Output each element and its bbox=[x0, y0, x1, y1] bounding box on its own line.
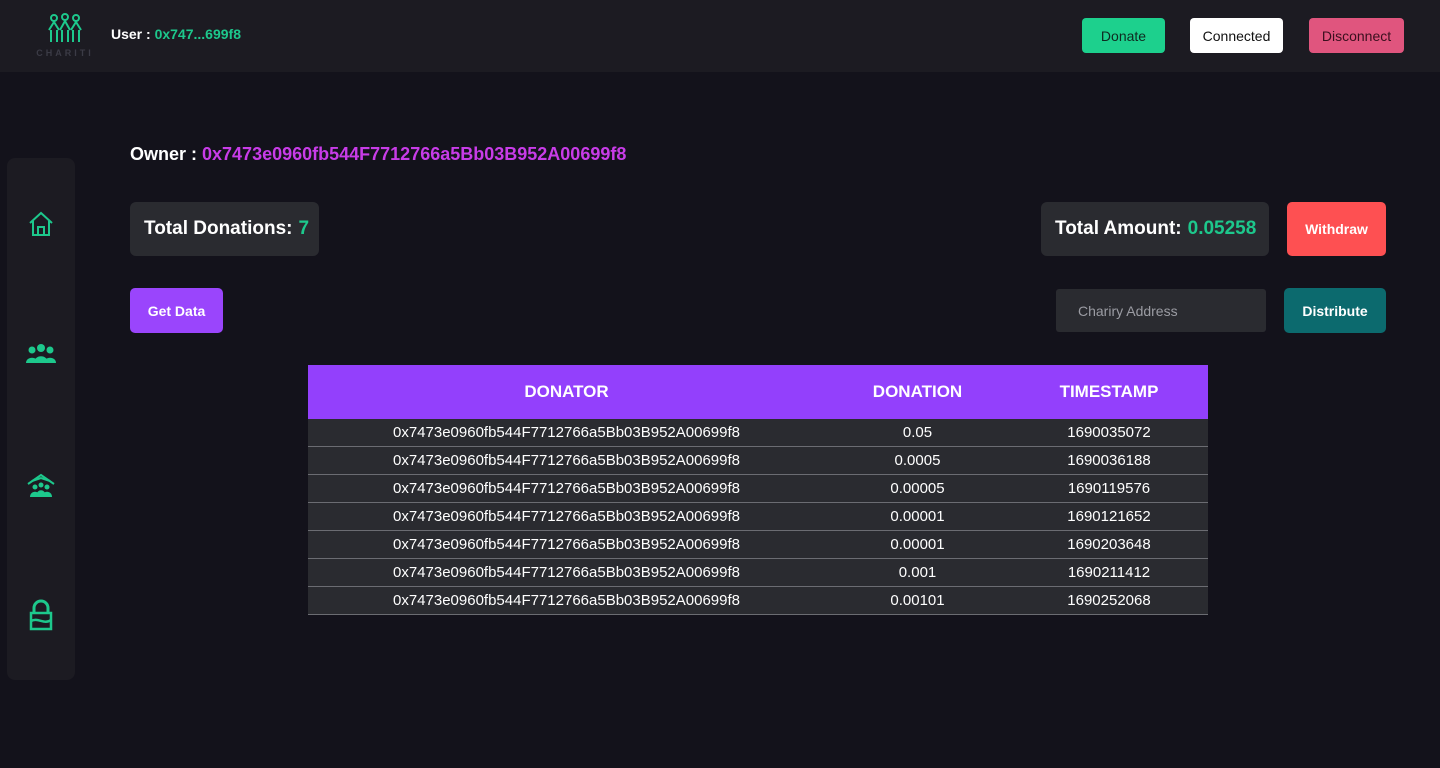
total-amount-value: 0.05258 bbox=[1187, 218, 1257, 239]
table-row: 0x7473e0960fb544F7712766a5Bb03B952A00699… bbox=[308, 419, 1208, 447]
cell-timestamp: 1690252068 bbox=[1067, 592, 1151, 609]
total-donations-value: 7 bbox=[298, 218, 310, 239]
cell-timestamp: 1690035072 bbox=[1067, 424, 1151, 441]
owner-info: Owner : 0x7473e0960fb544F7712766a5Bb03B9… bbox=[130, 144, 626, 165]
table-row: 0x7473e0960fb544F7712766a5Bb03B952A00699… bbox=[308, 447, 1208, 475]
cell-donator: 0x7473e0960fb544F7712766a5Bb03B952A00699… bbox=[393, 592, 740, 609]
table-row: 0x7473e0960fb544F7712766a5Bb03B952A00699… bbox=[308, 559, 1208, 587]
user-info: User : 0x747...699f8 bbox=[111, 26, 241, 42]
sidebar-item-donators[interactable] bbox=[24, 337, 58, 371]
withdraw-button[interactable]: Withdraw bbox=[1287, 202, 1386, 256]
top-header: CHARITI User : 0x747...699f8 Donate Conn… bbox=[0, 0, 1440, 72]
header-timestamp: TIMESTAMP bbox=[1059, 382, 1159, 401]
cell-donation: 0.05 bbox=[902, 424, 933, 441]
home-icon bbox=[29, 211, 53, 236]
users-icon bbox=[26, 344, 56, 363]
charity-home-icon bbox=[27, 473, 55, 497]
get-data-button[interactable]: Get Data bbox=[130, 288, 223, 333]
cell-donation: 0.0005 bbox=[894, 452, 941, 469]
cell-donation: 0.00005 bbox=[890, 480, 945, 497]
cell-donator: 0x7473e0960fb544F7712766a5Bb03B952A00699… bbox=[393, 536, 740, 553]
table-row: 0x7473e0960fb544F7712766a5Bb03B952A00699… bbox=[308, 587, 1208, 615]
donations-table: DONATOR DONATION TIMESTAMP 0x7473e0960fb… bbox=[308, 365, 1208, 615]
cell-donation: 0.00001 bbox=[890, 508, 945, 525]
table-row: 0x7473e0960fb544F7712766a5Bb03B952A00699… bbox=[308, 531, 1208, 559]
charity-address-input[interactable] bbox=[1056, 289, 1266, 332]
logo-text: CHARITI bbox=[36, 48, 94, 58]
cell-donator: 0x7473e0960fb544F7712766a5Bb03B952A00699… bbox=[393, 480, 740, 497]
disconnect-button[interactable]: Disconnect bbox=[1309, 18, 1404, 53]
header-donator: DONATOR bbox=[524, 382, 609, 401]
owner-address: 0x7473e0960fb544F7712766a5Bb03B952A00699… bbox=[202, 144, 627, 164]
cell-donation: 0.001 bbox=[898, 564, 937, 581]
connected-button[interactable]: Connected bbox=[1190, 18, 1283, 53]
sidebar bbox=[7, 158, 75, 680]
chariti-logo[interactable]: CHARITI bbox=[34, 12, 96, 60]
owner-label: Owner : bbox=[130, 144, 203, 164]
cell-donator: 0x7473e0960fb544F7712766a5Bb03B952A00699… bbox=[393, 424, 740, 441]
cell-donation: 0.00101 bbox=[890, 592, 945, 609]
cell-timestamp: 1690211412 bbox=[1067, 564, 1151, 581]
total-amount-card: Total Amount: 0.05258 bbox=[1041, 202, 1269, 256]
charity-people-icon bbox=[48, 13, 82, 42]
sidebar-item-charities[interactable] bbox=[24, 468, 58, 502]
user-address: 0x747...699f8 bbox=[154, 26, 241, 42]
table-row: 0x7473e0960fb544F7712766a5Bb03B952A00699… bbox=[308, 475, 1208, 503]
cell-donation: 0.00001 bbox=[890, 536, 945, 553]
cell-timestamp: 1690203648 bbox=[1067, 536, 1151, 553]
sidebar-item-home[interactable] bbox=[24, 207, 58, 241]
table-row: 0x7473e0960fb544F7712766a5Bb03B952A00699… bbox=[308, 503, 1208, 531]
cell-donator: 0x7473e0960fb544F7712766a5Bb03B952A00699… bbox=[393, 508, 740, 525]
cell-donator: 0x7473e0960fb544F7712766a5Bb03B952A00699… bbox=[393, 452, 740, 469]
table-header: DONATOR DONATION TIMESTAMP bbox=[308, 365, 1208, 419]
total-amount-label: Total Amount: bbox=[1055, 218, 1182, 239]
distribute-button[interactable]: Distribute bbox=[1284, 288, 1386, 333]
total-donations-label: Total Donations: bbox=[144, 218, 293, 239]
total-donations-card: Total Donations: 7 bbox=[130, 202, 319, 256]
lock-icon bbox=[29, 599, 53, 631]
cell-timestamp: 1690119576 bbox=[1067, 480, 1151, 497]
donate-button[interactable]: Donate bbox=[1082, 18, 1165, 53]
cell-timestamp: 1690121652 bbox=[1067, 508, 1151, 525]
header-donation: DONATION bbox=[872, 382, 963, 401]
user-label: User : bbox=[111, 26, 155, 42]
cell-timestamp: 1690036188 bbox=[1067, 452, 1151, 469]
cell-donator: 0x7473e0960fb544F7712766a5Bb03B952A00699… bbox=[393, 564, 740, 581]
sidebar-item-security[interactable] bbox=[24, 598, 58, 632]
